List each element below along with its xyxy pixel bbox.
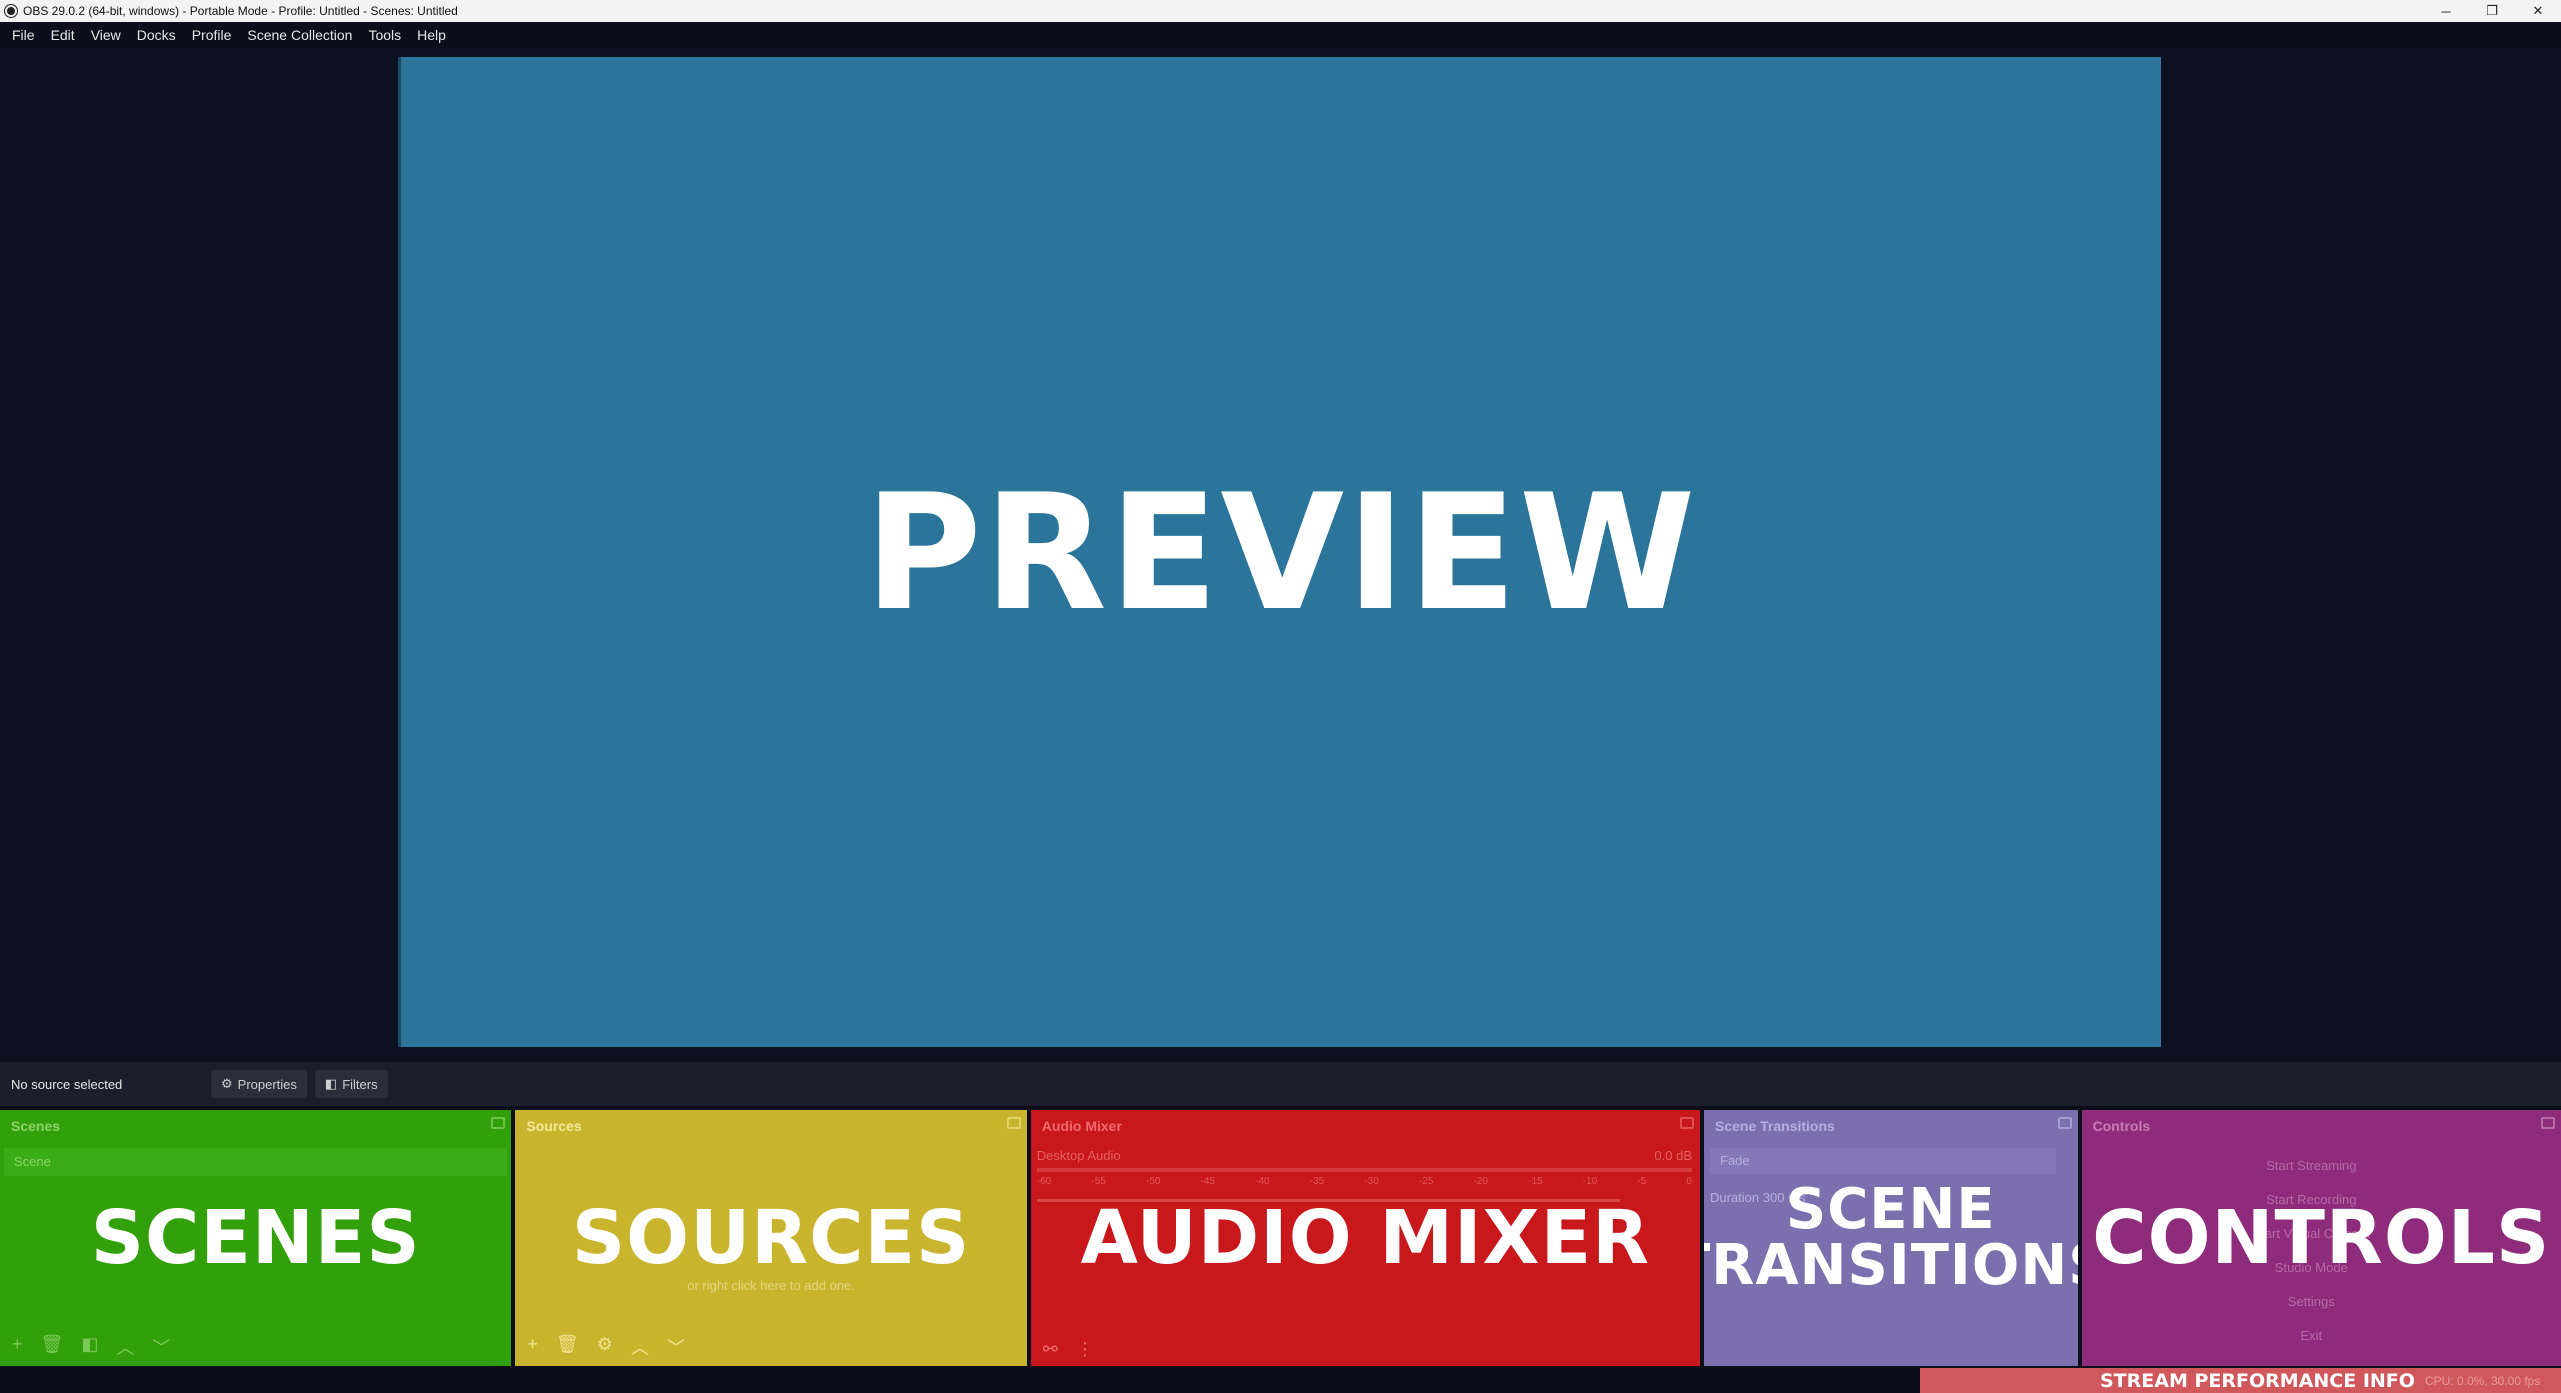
more-options-icon[interactable]: ⋮ — [1076, 1339, 1094, 1360]
window-titlebar: OBS 29.0.2 (64-bit, windows) - Portable … — [0, 0, 2561, 22]
scene-transitions-label-line1: SCENE — [1785, 1177, 1996, 1242]
filter-icon[interactable]: ◧ — [81, 1334, 98, 1360]
stream-performance-label: STREAM PERFORMANCE INFO — [2100, 1369, 2415, 1392]
menu-bar: File Edit View Docks Profile Scene Colle… — [0, 22, 2561, 48]
link-icon[interactable]: ⚯ — [1043, 1339, 1058, 1360]
chevron-down-icon[interactable]: ﹀ — [152, 1334, 170, 1360]
scenes-dock: Scenes Scene SCENES + 🗑 ◧ ︿ ﹀ — [0, 1110, 512, 1366]
scenes-label: SCENES — [90, 1195, 421, 1281]
audio-mixer-label: AUDIO MIXER — [1080, 1195, 1651, 1281]
properties-button[interactable]: ⚙ Properties — [211, 1070, 307, 1098]
audio-mixer-dock: Audio Mixer Desktop Audio 0.0 dB -60 -55… — [1030, 1110, 1700, 1366]
menu-scene-collection[interactable]: Scene Collection — [239, 22, 360, 48]
preview-canvas[interactable]: PREVIEW — [398, 57, 2161, 1047]
source-status: No source selected — [11, 1076, 123, 1092]
minimize-button[interactable]: ─ — [2423, 0, 2469, 22]
scenes-toolbar: + 🗑 ◧ ︿ ﹀ — [12, 1334, 170, 1360]
menu-tools[interactable]: Tools — [360, 22, 409, 48]
filters-button[interactable]: ◧ Filters — [314, 1070, 388, 1098]
controls-label: CONTROLS — [2092, 1195, 2551, 1281]
close-button[interactable]: ✕ — [2515, 0, 2561, 22]
menu-profile[interactable]: Profile — [184, 22, 240, 48]
filter-icon: ◧ — [324, 1076, 338, 1091]
maximize-button[interactable]: ❐ — [2469, 0, 2515, 22]
window-title: OBS 29.0.2 (64-bit, windows) - Portable … — [23, 4, 458, 18]
preview-label: PREVIEW — [864, 458, 1698, 646]
trash-icon[interactable]: 🗑 — [41, 1334, 64, 1360]
source-toolbar: No source selected ⚙ Properties ◧ Filter… — [0, 1062, 2561, 1106]
trash-icon[interactable]: 🗑 — [556, 1334, 579, 1360]
gear-icon: ⚙ — [221, 1076, 233, 1091]
performance-stats: CPU: 0.0%, 30.00 fps — [2424, 1373, 2541, 1388]
menu-help[interactable]: Help — [409, 22, 454, 48]
menu-docks[interactable]: Docks — [129, 22, 184, 48]
add-icon[interactable]: + — [527, 1334, 538, 1360]
properties-label: Properties — [237, 1076, 297, 1092]
chevron-down-icon[interactable]: ﹀ — [667, 1334, 685, 1360]
obs-logo-icon — [5, 5, 17, 17]
status-bar: STREAM PERFORMANCE INFO CPU: 0.0%, 30.00… — [0, 1368, 2561, 1393]
scene-transitions-dock: Scene Transitions Fade Duration 300 ms S… — [1704, 1110, 2078, 1366]
menu-edit[interactable]: Edit — [43, 22, 83, 48]
filters-label: Filters — [342, 1076, 378, 1092]
chevron-up-icon[interactable]: ︿ — [631, 1334, 649, 1360]
audio-toolbar: ⚯ ⋮ — [1043, 1339, 1094, 1360]
docks-row: Scenes Scene SCENES + 🗑 ◧ ︿ ﹀ Sources or… — [0, 1110, 2561, 1366]
window-controls: ─ ❐ ✕ — [2423, 0, 2561, 22]
sources-toolbar: + 🗑 ⚙ ︿ ﹀ — [527, 1334, 685, 1360]
sources-dock: Sources or right click here to add one. … — [515, 1110, 1027, 1366]
controls-dock: Controls Start Streaming Start Recording… — [2081, 1110, 2561, 1366]
scene-transitions-label-line2: TRANSITIONS — [1704, 1233, 2078, 1298]
preview-area: PREVIEW — [0, 48, 2561, 1055]
menu-view[interactable]: View — [83, 22, 129, 48]
gear-icon[interactable]: ⚙ — [597, 1334, 613, 1360]
stream-performance-panel: STREAM PERFORMANCE INFO CPU: 0.0%, 30.00… — [1920, 1368, 2561, 1393]
chevron-up-icon[interactable]: ︿ — [116, 1334, 134, 1360]
scene-transitions-label: SCENE TRANSITIONS — [1704, 1110, 2078, 1366]
menu-file[interactable]: File — [4, 22, 43, 48]
add-icon[interactable]: + — [12, 1334, 23, 1360]
sources-label: SOURCES — [571, 1195, 971, 1281]
